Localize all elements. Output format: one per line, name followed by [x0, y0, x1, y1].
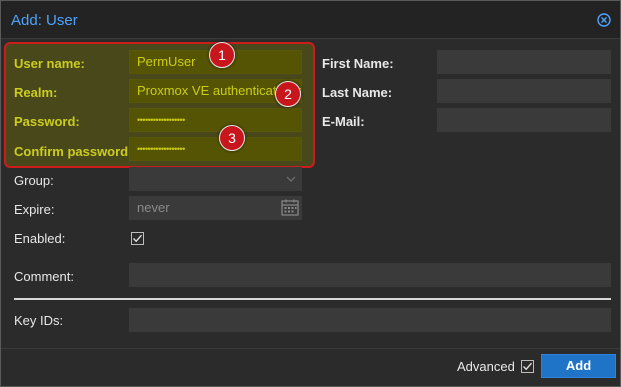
comment-label: Comment:	[14, 269, 74, 284]
close-icon[interactable]	[597, 13, 611, 27]
calendar-icon[interactable]	[281, 199, 299, 216]
group-select[interactable]	[129, 167, 302, 191]
expire-label: Expire:	[14, 202, 55, 217]
key-ids-label: Key IDs:	[14, 313, 64, 328]
comment-input[interactable]	[129, 263, 611, 287]
dialog-title: Add: User	[11, 12, 78, 29]
group-label: Group:	[14, 173, 54, 188]
first-name-input[interactable]	[437, 50, 611, 74]
expire-input[interactable]: never	[129, 196, 302, 220]
enabled-label: Enabled:	[14, 231, 66, 246]
key-ids-input[interactable]	[129, 308, 611, 332]
annotation-highlight-box	[4, 42, 315, 168]
first-name-label: First Name:	[322, 56, 394, 71]
add-user-dialog: Add: User User name: PermUser Realm: Pro…	[0, 0, 621, 387]
form-divider	[14, 298, 611, 300]
last-name-input[interactable]	[437, 79, 611, 103]
annotation-badge-2: 2	[275, 81, 301, 107]
annotation-badge-1: 1	[209, 42, 235, 68]
email-label: E-Mail:	[322, 114, 365, 129]
annotation-badge-3: 3	[219, 125, 245, 151]
last-name-label: Last Name:	[322, 85, 393, 100]
dialog-titlebar: Add: User	[1, 1, 620, 39]
email-input[interactable]	[437, 108, 611, 132]
advanced-label: Advanced	[457, 359, 515, 374]
footer-separator	[1, 348, 620, 349]
add-button[interactable]: Add	[541, 354, 616, 378]
advanced-checkbox[interactable]	[521, 360, 534, 373]
enabled-checkbox[interactable]	[131, 232, 144, 245]
chevron-down-icon[interactable]	[286, 175, 296, 183]
